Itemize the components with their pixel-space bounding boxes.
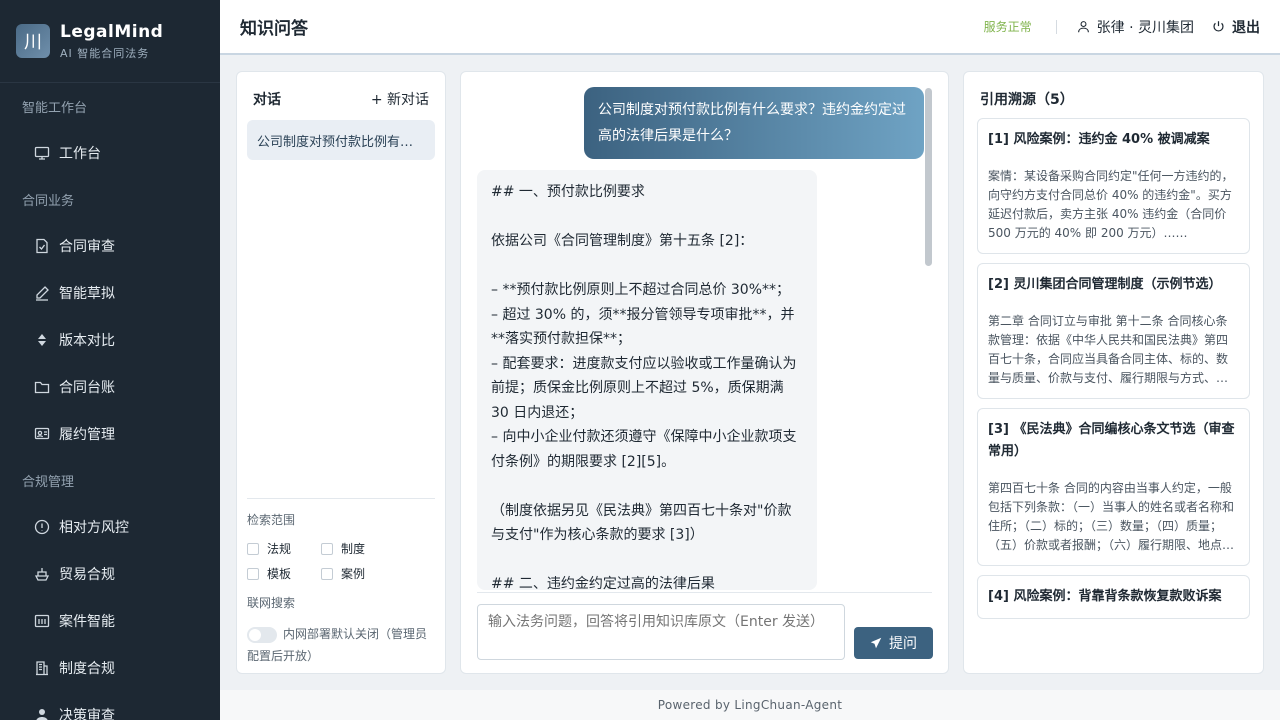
checkbox-box[interactable]: [247, 567, 259, 580]
sidebar-item[interactable]: 相对方风控: [0, 503, 220, 550]
brand-subtitle: AI 智能合同法务: [60, 46, 150, 60]
sidebar-item-label: 相对方风控: [59, 519, 129, 536]
sidebar-item-label: 工作台: [59, 145, 101, 162]
sidebar-item[interactable]: 履约管理: [0, 410, 220, 457]
web-search-toggle[interactable]: [247, 626, 277, 643]
scope-checkbox-template[interactable]: 模板: [247, 565, 321, 582]
reference-card[interactable]: [2] 灵川集团合同管理制度（示例节选） 第二章 合同订立与审批 第十二条 合同核…: [977, 263, 1250, 399]
sidebar-section-title: 合同业务: [22, 193, 75, 209]
scope-label: 检索范围: [247, 513, 296, 527]
user-icon: [1077, 21, 1089, 33]
question-input[interactable]: [477, 604, 845, 660]
reference-card[interactable]: [4] 风险案例：背靠背条款恢复款败诉案: [977, 575, 1250, 619]
building-icon: [34, 660, 50, 676]
sidebar-item-label: 决策审查: [59, 707, 115, 720]
chat-divider: [477, 592, 932, 593]
reference-title: [4] 风险案例：背靠背条款恢复款败诉案: [988, 589, 1222, 604]
reference-excerpt: 第四百七十条 合同的内容由当事人约定，一般包括下列条款：（一）当事人的姓名或者名…: [988, 481, 1235, 552]
reference-title: [3] 《民法典》合同编核心条文节选（审查常用）: [988, 422, 1235, 459]
ask-button-label: 提问: [889, 636, 917, 652]
sidebar-item[interactable]: 案件智能: [0, 597, 220, 644]
brand-logo: 川: [16, 24, 50, 58]
reference-excerpt: 第二章 合同订立与审批 第十二条 合同核心条款管理：依据《中华人民共和国民法典》…: [988, 314, 1229, 385]
scope-checkbox-case[interactable]: 案例: [321, 565, 395, 582]
scope-label-law: 法规: [267, 542, 292, 556]
search-options: 检索范围 法规 制度 模板 案例 联网搜索 内网部署默认关闭（管理员配置后开放）: [247, 498, 435, 667]
checkbox-box[interactable]: [321, 567, 333, 580]
power-icon: [1213, 21, 1224, 32]
user-name: 张律 · 灵川集团: [1096, 19, 1194, 36]
footer: Powered by LingChuan-Agent: [220, 690, 1280, 720]
scope-label-policy: 制度: [341, 542, 366, 556]
page-title: 知识问答: [240, 19, 308, 39]
checkbox-box[interactable]: [247, 542, 259, 555]
conversation-item-label: 公司制度对预付款比例有什么要求？违约金约定过高的法律后果是什么？: [257, 134, 425, 150]
assistant-message: ## 一、预付款比例要求 依据公司《合同管理制度》第十五条 [2]： – **预…: [477, 170, 817, 590]
sidebar-section-title: 合规管理: [22, 474, 75, 490]
reference-card[interactable]: [1] 风险案例：违约金 40% 被调减案案情：某设备采购合同约定"任何一方违约…: [977, 118, 1250, 254]
scope-label-case: 案例: [341, 567, 366, 581]
sidebar-item[interactable]: 版本对比: [0, 316, 220, 363]
scope-checkbox-policy[interactable]: 制度: [321, 540, 395, 557]
ask-button[interactable]: 提问: [854, 627, 933, 659]
sidebar-item-label: 智能草拟: [59, 285, 115, 302]
references-list: [1] 风险案例：违约金 40% 被调减案案情：某设备采购合同约定"任何一方违约…: [977, 118, 1250, 673]
new-conversation-button[interactable]: + 新对话: [371, 89, 429, 109]
references-title: 引用溯源（5）: [980, 92, 1074, 108]
id-card-icon: [34, 426, 50, 442]
calendar-icon: [34, 613, 50, 629]
sidebar-item[interactable]: 合同审查: [0, 222, 220, 269]
sidebar-item[interactable]: 贸易合规: [0, 550, 220, 597]
references-panel: 引用溯源（5） [1] 风险案例：违约金 40% 被调减案案情：某设备采购合同约…: [963, 71, 1264, 674]
sidebar-item-label: 履约管理: [59, 426, 115, 443]
sidebar-item[interactable]: 智能草拟: [0, 269, 220, 316]
reference-card[interactable]: [3] 《民法典》合同编核心条文节选（审查常用） 第四百七十条 合同的内容由当事人…: [977, 408, 1250, 566]
sidebar-item[interactable]: 制度合规: [0, 644, 220, 691]
sidebar-item[interactable]: 合同台账: [0, 363, 220, 410]
header: 知识问答 服务正常 张律 · 灵川集团 退出: [220, 0, 1280, 55]
sidebar-item-label: 制度合规: [59, 660, 115, 677]
sidebar: 川 LegalMind AI 智能合同法务 智能工作台 工作台 合同业务 合同审查 智能…: [0, 0, 220, 720]
folder-icon: [34, 379, 50, 395]
brand: 川 LegalMind AI 智能合同法务: [0, 0, 220, 83]
scope-label-template: 模板: [267, 567, 292, 581]
header-divider: [1055, 19, 1057, 34]
sidebar-item-label: 合同台账: [59, 379, 115, 396]
sidebar-section-title: 智能工作台: [22, 100, 88, 116]
service-status: 服务正常: [983, 20, 1032, 34]
send-icon: [870, 637, 882, 649]
reference-title: [1] 风险案例：违约金 40% 被调减案: [988, 132, 1210, 147]
sidebar-item[interactable]: 工作台: [0, 129, 220, 176]
conversation-panel: 对话 + 新对话 公司制度对预付款比例有什么要求？违约金约定过高的法律后果是什么…: [236, 71, 446, 674]
alert-circle-icon: [34, 519, 50, 535]
reference-excerpt: 案情：某设备采购合同约定"任何一方违约的，向守约方支付合同总价 40% 的违约金…: [988, 169, 1234, 240]
logout-label: 退出: [1232, 19, 1260, 36]
user-icon: [34, 707, 50, 720]
chat-panel: 公司制度对预付款比例有什么要求？违约金约定过高的法律后果是什么？ ## 一、预付…: [460, 71, 949, 674]
conversation-item[interactable]: 公司制度对预付款比例有什么要求？违约金约定过高的法律后果是什么？: [247, 120, 435, 160]
ship-icon: [34, 566, 50, 582]
web-search-label: 联网搜索: [247, 596, 296, 610]
sidebar-item-label: 版本对比: [59, 332, 115, 349]
user-message: 公司制度对预付款比例有什么要求？违约金约定过高的法律后果是什么？: [584, 87, 924, 159]
monitor-icon: [34, 145, 50, 161]
sidebar-item-label: 案件智能: [59, 613, 115, 630]
brand-name: LegalMind: [60, 21, 164, 42]
assistant-message-text: ## 一、预付款比例要求 依据公司《合同管理制度》第十五条 [2]： – **预…: [491, 184, 797, 590]
scope-checkbox-law[interactable]: 法规: [247, 540, 321, 557]
conversation-title: 对话: [253, 92, 281, 108]
user-menu[interactable]: 张律 · 灵川集团: [1077, 17, 1194, 37]
sidebar-item-label: 合同审查: [59, 238, 115, 255]
sidebar-item-label: 贸易合规: [59, 566, 115, 583]
checkbox-box[interactable]: [321, 542, 333, 555]
logout-button[interactable]: 退出: [1212, 17, 1260, 37]
sidebar-item[interactable]: 决策审查: [0, 691, 220, 720]
sort-arrows-icon: [34, 332, 50, 348]
pen-icon: [34, 285, 50, 301]
sidebar-nav: 智能工作台工作台合同业务合同审查智能草拟版本对比合同台账履约管理合规管理相对方风…: [0, 83, 220, 720]
reference-title: [2] 灵川集团合同管理制度（示例节选）: [988, 277, 1222, 292]
document-check-icon: [34, 238, 50, 254]
chat-scrollbar[interactable]: [925, 88, 932, 266]
